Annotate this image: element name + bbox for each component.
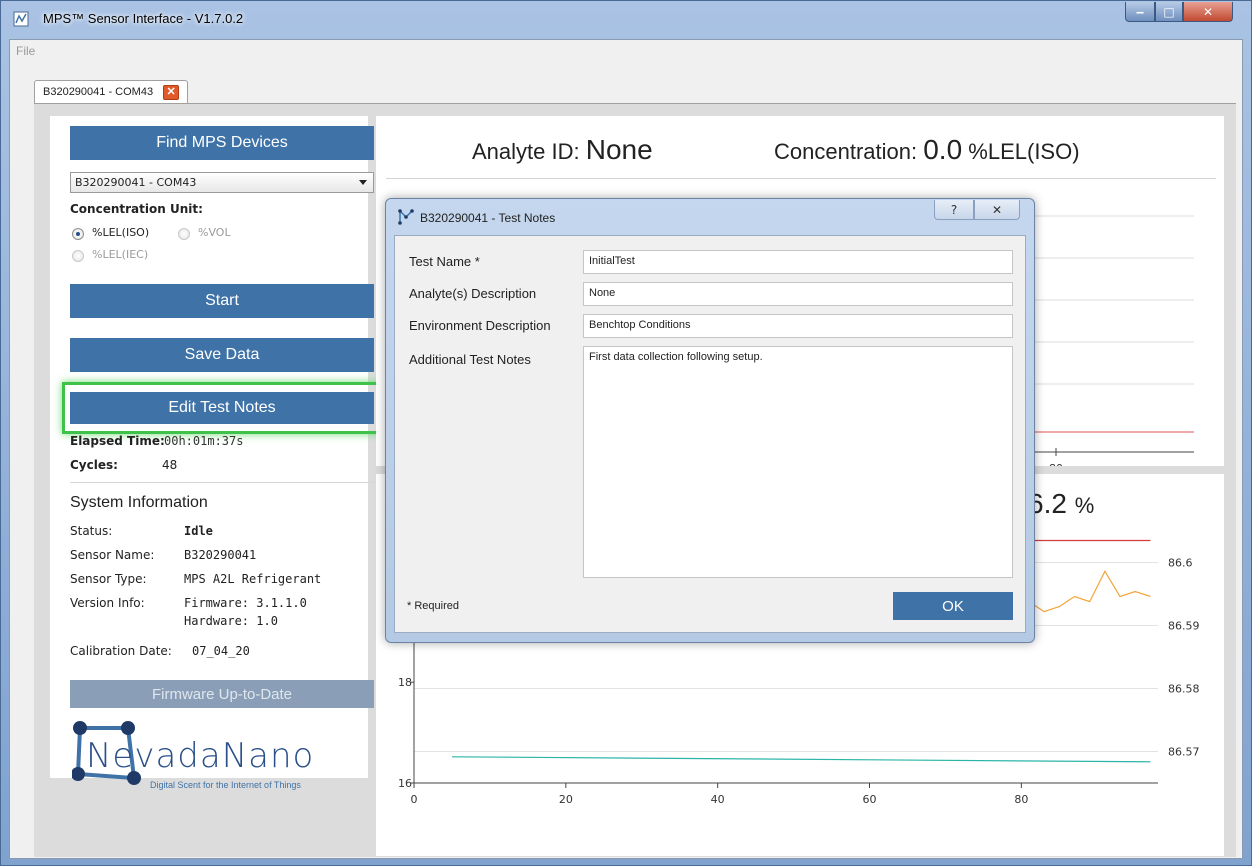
elapsed-time-value: 00h:01m:37s [164,434,244,448]
logo-name: NevadaNano [86,736,315,776]
dialog-app-icon [398,209,414,225]
analyte-value: None [585,134,653,165]
concentration-label: Concentration: [774,139,918,164]
version-info-label: Version Info: [70,596,145,610]
y-right-tick-label: 86.6 [1168,557,1193,570]
percent-unit: % [1074,493,1095,518]
sensor-type-value: MPS A2L Refrigerant [184,572,322,586]
series-line [451,756,1151,763]
divider [70,482,374,483]
hardware-version-value: Hardware: 1.0 [184,614,278,628]
unit-radio-lel-iso[interactable] [72,228,84,240]
divider [386,178,1216,179]
x-tick-label: 20 [559,793,573,806]
app-icon [13,11,29,27]
dialog-title: B320290041 - Test Notes [420,211,556,225]
analyte-description-field[interactable]: None [583,282,1013,306]
x-tick-label: 60 [863,793,877,806]
find-devices-button[interactable]: Find MPS Devices [70,126,374,160]
tab-strip: B320290041 - COM43 ✕ [10,80,1242,104]
start-button[interactable]: Start [70,284,374,318]
unit-label-vol: %VOL [198,226,231,239]
control-panel: Find MPS Devices B320290041 - COM43 Conc… [50,116,382,790]
y-left-tick-label: 18 [398,676,412,689]
unit-radio-lel-iec [72,250,84,262]
concentration-readout: Concentration: 0.0 %LEL(ISO) [774,134,1080,166]
concentration-unit: %LEL(ISO) [968,139,1080,164]
logo-tagline: Digital Scent for the Internet of Things [150,780,301,790]
calibration-date-value: 07_04_20 [192,644,250,658]
tab-label: B320290041 - COM43 [43,86,154,98]
cycles-value: 48 [162,458,178,472]
close-icon: ✕ [1202,4,1214,19]
analyte-label: Analyte ID: [472,139,580,164]
calibration-date-label: Calibration Date: [70,644,172,658]
additional-notes-label: Additional Test Notes [409,352,531,367]
edit-test-notes-button[interactable]: Edit Test Notes [70,392,374,424]
system-information-title: System Information [70,494,208,511]
tab-device[interactable]: B320290041 - COM43 ✕ [34,80,189,104]
environment-description-label: Environment Description [409,318,551,333]
dialog-close-button[interactable]: ✕ [974,200,1020,220]
dialog-body: Test Name * InitialTest Analyte(s) Descr… [394,235,1026,633]
close-button[interactable]: ✕ [1183,2,1233,22]
firmware-version-value: Firmware: 3.1.1.0 [184,596,307,610]
help-icon: ? [950,202,958,217]
elapsed-time-label: Elapsed Time: [70,434,165,448]
status-value: Idle [184,524,213,538]
environment-description-field[interactable]: Benchtop Conditions [583,314,1013,338]
y-right-tick-label: 86.57 [1168,746,1200,759]
y-right-tick-label: 86.58 [1168,683,1200,696]
tab-close-icon[interactable]: ✕ [163,85,180,100]
app-window: MPS™ Sensor Interface - V1.7.0.2 ‒ □ ✕ F… [0,0,1252,866]
title-bar[interactable]: MPS™ Sensor Interface - V1.7.0.2 ‒ □ ✕ [1,1,1251,39]
status-label: Status: [70,524,113,538]
nevadanano-logo: NevadaNano Digital Scent for the Interne… [71,716,378,806]
required-note: * Required [407,600,459,612]
close-icon: ✕ [991,202,1003,217]
analyte-description-label: Analyte(s) Description [409,286,537,301]
concentration-unit-label: Concentration Unit: [70,202,203,216]
percent-readout: 6.2 % [1028,488,1094,520]
firmware-button: Firmware Up-to-Date [70,680,374,708]
sensor-name-value: B320290041 [184,548,257,562]
maximize-button[interactable]: □ [1155,2,1183,22]
chevron-down-icon [359,180,367,185]
cycles-label: Cycles: [70,458,118,472]
dialog-help-button[interactable]: ? [934,200,974,220]
sensor-name-label: Sensor Name: [70,548,155,562]
menu-bar: File [10,40,1242,62]
y-right-tick-label: 86.59 [1168,620,1200,633]
device-select[interactable]: B320290041 - COM43 [70,172,374,193]
concentration-value: 0.0 [923,134,963,165]
test-name-label: Test Name * [409,254,480,269]
unit-label-lel-iec: %LEL(IEC) [92,248,149,261]
ok-button[interactable]: OK [893,592,1013,620]
window-title: MPS™ Sensor Interface - V1.7.0.2 [43,11,244,26]
save-data-button[interactable]: Save Data [70,338,374,372]
additional-notes-field[interactable]: First data collection following setup. [583,346,1013,578]
menu-file[interactable]: File [16,44,35,58]
analyte-readout: Analyte ID: None [472,134,653,166]
minimize-button[interactable]: ‒ [1125,2,1155,22]
y-left-tick-label: 16 [398,777,412,790]
x-tick-label: 0 [411,793,418,806]
test-notes-dialog: B320290041 - Test Notes ? ✕ Test Name * … [385,198,1035,643]
minimize-icon: ‒ [1135,4,1145,19]
x-tick-label: 80 [1014,793,1028,806]
x-tick-label: 40 [711,793,725,806]
maximize-icon: □ [1163,4,1175,19]
sensor-type-label: Sensor Type: [70,572,147,586]
unit-radio-vol [178,228,190,240]
test-name-field[interactable]: InitialTest [583,250,1013,274]
unit-label-lel-iso: %LEL(ISO) [92,226,150,239]
device-select-value: B320290041 - COM43 [75,176,197,189]
